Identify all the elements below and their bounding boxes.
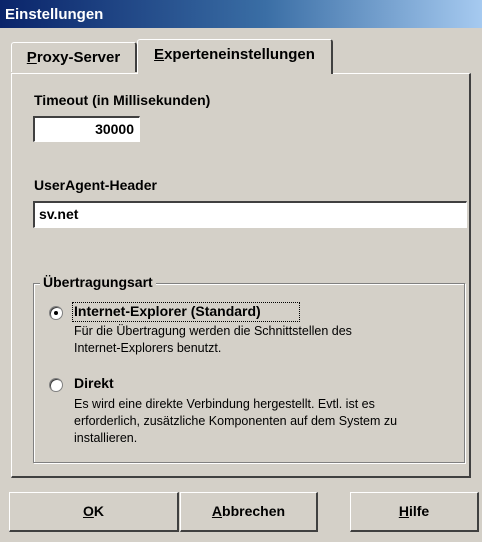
cancel-button[interactable]: Abbrechen xyxy=(180,492,318,532)
button-label: bbrechen xyxy=(222,503,286,519)
tab-label: roxy-Server xyxy=(36,49,121,66)
description-line: erforderlich, zusätzliche Komponenten au… xyxy=(74,414,398,428)
tab-label: xperteneinstellungen xyxy=(164,46,315,63)
title-bar: Einstellungen xyxy=(0,0,482,28)
button-accel-key: O xyxy=(82,503,94,519)
tab-accel-key: P xyxy=(26,49,37,66)
timeout-label: Timeout (in Millisekunden) xyxy=(34,92,211,108)
help-button[interactable]: Hilfe xyxy=(350,492,479,532)
option-direkt-description: Es wird eine direkte Verbindung hergeste… xyxy=(74,396,397,447)
tab-experteneinstellungen[interactable]: Experteneinstellungen xyxy=(137,39,333,74)
option-direkt-label[interactable]: Direkt xyxy=(74,375,114,391)
useragent-field[interactable]: sv.net xyxy=(33,201,467,228)
transfer-mode-legend: Übertragungsart xyxy=(40,274,156,290)
tab-proxy-server[interactable]: Proxy-Server xyxy=(11,42,137,72)
button-accel-key: H xyxy=(398,503,409,519)
option-internet-explorer-description: Für die Übertragung werden die Schnittst… xyxy=(74,323,352,357)
description-line: Internet-Explorers benutzt. xyxy=(74,341,222,355)
window-title: Einstellungen xyxy=(5,6,104,23)
button-accel-key: A xyxy=(211,503,223,519)
radio-selected-dot xyxy=(54,311,58,315)
option-internet-explorer-label[interactable]: Internet-Explorer (Standard) xyxy=(74,303,261,319)
description-line: Es wird eine direkte Verbindung hergeste… xyxy=(74,397,375,411)
ok-button[interactable]: OK xyxy=(9,492,179,532)
button-label: ilfe xyxy=(408,503,430,519)
radio-direkt[interactable] xyxy=(49,378,63,392)
button-label: K xyxy=(93,503,104,519)
useragent-label: UserAgent-Header xyxy=(34,177,157,193)
timeout-field[interactable]: 30000 xyxy=(33,116,140,142)
description-line: Für die Übertragung werden die Schnittst… xyxy=(74,324,352,338)
tab-accel-key: E xyxy=(154,46,165,63)
radio-internet-explorer[interactable] xyxy=(49,306,63,320)
description-line: installieren. xyxy=(74,431,138,445)
